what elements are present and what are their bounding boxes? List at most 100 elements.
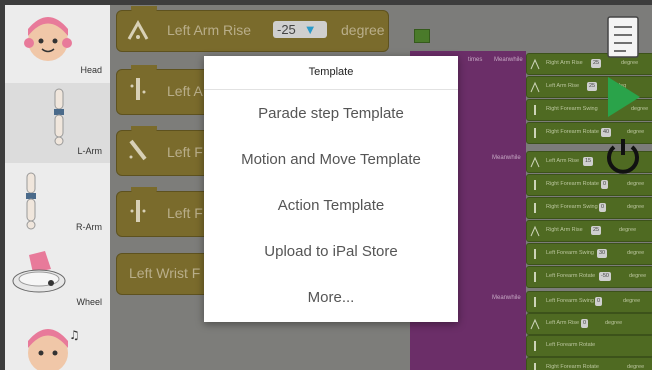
loop-label: Meanwhile: [492, 295, 521, 301]
block-label: Left F: [167, 205, 203, 221]
flag-icon[interactable]: [414, 29, 430, 43]
block-value[interactable]: 40: [601, 128, 612, 137]
degree-dropdown[interactable]: -25 ▼: [273, 21, 327, 38]
loop-label: times: [468, 57, 483, 63]
block-value[interactable]: 25: [591, 226, 602, 235]
block-notch: [131, 126, 157, 132]
block-label: Right Arm Rise: [546, 60, 583, 66]
arm-icon: [530, 81, 540, 93]
block-notch: [131, 65, 157, 71]
block-label: Right Forearm Rotate: [546, 181, 599, 187]
block-notch: [131, 187, 157, 193]
block-value[interactable]: 15: [583, 157, 594, 166]
workspace-block[interactable]: Right Arm Rise 25 degree: [526, 220, 652, 242]
chevron-down-icon: ▼: [303, 22, 317, 37]
dialog-title: Template: [204, 56, 458, 90]
forearm-icon: [130, 200, 146, 222]
option-motion-and-move-template[interactable]: Motion and Move Template: [204, 137, 458, 183]
arm-icon: [530, 58, 540, 70]
workspace-block[interactable]: Left Forearm Rotate: [526, 335, 652, 357]
power-icon[interactable]: [604, 137, 642, 177]
degree-value: -25: [277, 22, 296, 37]
forearm-icon: [534, 363, 536, 370]
forearm-icon: [534, 105, 536, 115]
block-label: Right Forearm Swing: [546, 204, 598, 210]
block-label: Left F: [167, 144, 203, 160]
block-value[interactable]: 0: [601, 180, 609, 189]
arm-icon: [530, 318, 540, 330]
forearm-icon: [534, 272, 536, 282]
unit-label: degree: [627, 181, 645, 187]
category-label: R-Arm: [76, 222, 102, 232]
unit-label: degree: [627, 129, 645, 135]
wheel-icon: [12, 251, 66, 293]
category-music[interactable]: ♫: [5, 313, 110, 370]
workspace-block[interactable]: Left Forearm Rotate -50 degree: [526, 266, 652, 288]
notes-icon[interactable]: [606, 15, 642, 61]
forearm-icon: [534, 249, 536, 259]
forearm-icon: [534, 128, 536, 138]
block-label: Left Forearm Swing: [546, 298, 594, 304]
category-label: Wheel: [76, 297, 102, 307]
block-value[interactable]: -50: [599, 272, 611, 281]
workspace-block[interactable]: Right Forearm Swing 0 degree: [526, 197, 652, 219]
workspace-block[interactable]: Right Forearm Rotate degree: [526, 357, 652, 370]
unit-label: degree: [627, 204, 645, 210]
block-label: Left A: [167, 83, 203, 99]
unit-label: degree: [627, 364, 645, 370]
unit-label: degree: [623, 298, 641, 304]
arm-icon: [530, 225, 540, 237]
block-value[interactable]: 30: [597, 249, 608, 258]
workspace-block[interactable]: Left Forearm Swing 0 degree: [526, 291, 652, 313]
block-label: Right Arm Rise: [546, 227, 583, 233]
block-label: Left Arm Rise: [167, 22, 252, 38]
block-label: Left Forearm Rotate: [546, 273, 596, 279]
forearm-rotate-icon: [129, 139, 147, 161]
forearm-swing-icon: [130, 78, 146, 100]
block-label: Left Forearm Swing: [546, 250, 594, 256]
unit-label: degree: [341, 22, 385, 38]
palette-block-left-arm-rise[interactable]: Left Arm Rise -25 ▼ degree: [116, 6, 389, 52]
option-more[interactable]: More...: [204, 275, 458, 321]
workspace-block[interactable]: Right Forearm Rotate 0 degree: [526, 174, 652, 196]
app-screen: Head L-Arm R-Arm Wheel ♫ Left Arm Rise -…: [0, 0, 652, 370]
workspace-block[interactable]: Left Arm Rise 0 degree: [526, 313, 652, 335]
option-action-template[interactable]: Action Template: [204, 183, 458, 229]
unit-label: degree: [629, 273, 647, 279]
block-label: Left Forearm Rotate: [546, 342, 596, 348]
block-label: Right Forearm Rotate: [546, 364, 599, 370]
category-label: L-Arm: [77, 146, 103, 156]
block-value[interactable]: 25: [587, 82, 598, 91]
block-value[interactable]: 0: [581, 319, 589, 328]
svg-text:♫: ♫: [69, 328, 80, 342]
loop-label: Meanwhile: [492, 155, 521, 161]
workspace-block[interactable]: Left Forearm Swing 30 degree: [526, 243, 652, 265]
forearm-icon: [534, 180, 536, 190]
forearm-icon: [534, 297, 536, 307]
category-wheel[interactable]: Wheel: [5, 243, 110, 313]
option-parade-step-template[interactable]: Parade step Template: [204, 91, 458, 137]
play-icon[interactable]: [606, 75, 642, 119]
unit-label: degree: [605, 320, 623, 326]
block-value[interactable]: 25: [591, 59, 602, 68]
category-right-arm[interactable]: R-Arm: [5, 163, 110, 243]
block-label: Left Arm Rise: [546, 158, 580, 164]
block-value[interactable]: 0: [595, 297, 603, 306]
block-label: Right Forearm Rotate: [546, 129, 599, 135]
right-arm-icon: [26, 172, 36, 230]
unit-label: degree: [627, 250, 645, 256]
category-head[interactable]: Head: [5, 5, 110, 83]
forearm-icon: [534, 203, 536, 213]
arm-icon: [530, 156, 540, 168]
arm-rise-icon: [127, 19, 149, 40]
block-value[interactable]: 0: [599, 203, 607, 212]
option-upload-to-ipal-store[interactable]: Upload to iPal Store: [204, 229, 458, 275]
category-sidebar: Head L-Arm R-Arm Wheel ♫: [5, 5, 110, 370]
category-left-arm[interactable]: L-Arm: [5, 83, 110, 163]
block-label: Left Arm Rise: [546, 320, 580, 326]
music-head-icon: ♫: [28, 328, 80, 370]
unit-label: degree: [619, 227, 637, 233]
template-dialog: Template Parade step Template Motion and…: [204, 56, 458, 322]
left-arm-icon: [54, 88, 64, 146]
block-label: Left Wrist F: [129, 265, 201, 281]
